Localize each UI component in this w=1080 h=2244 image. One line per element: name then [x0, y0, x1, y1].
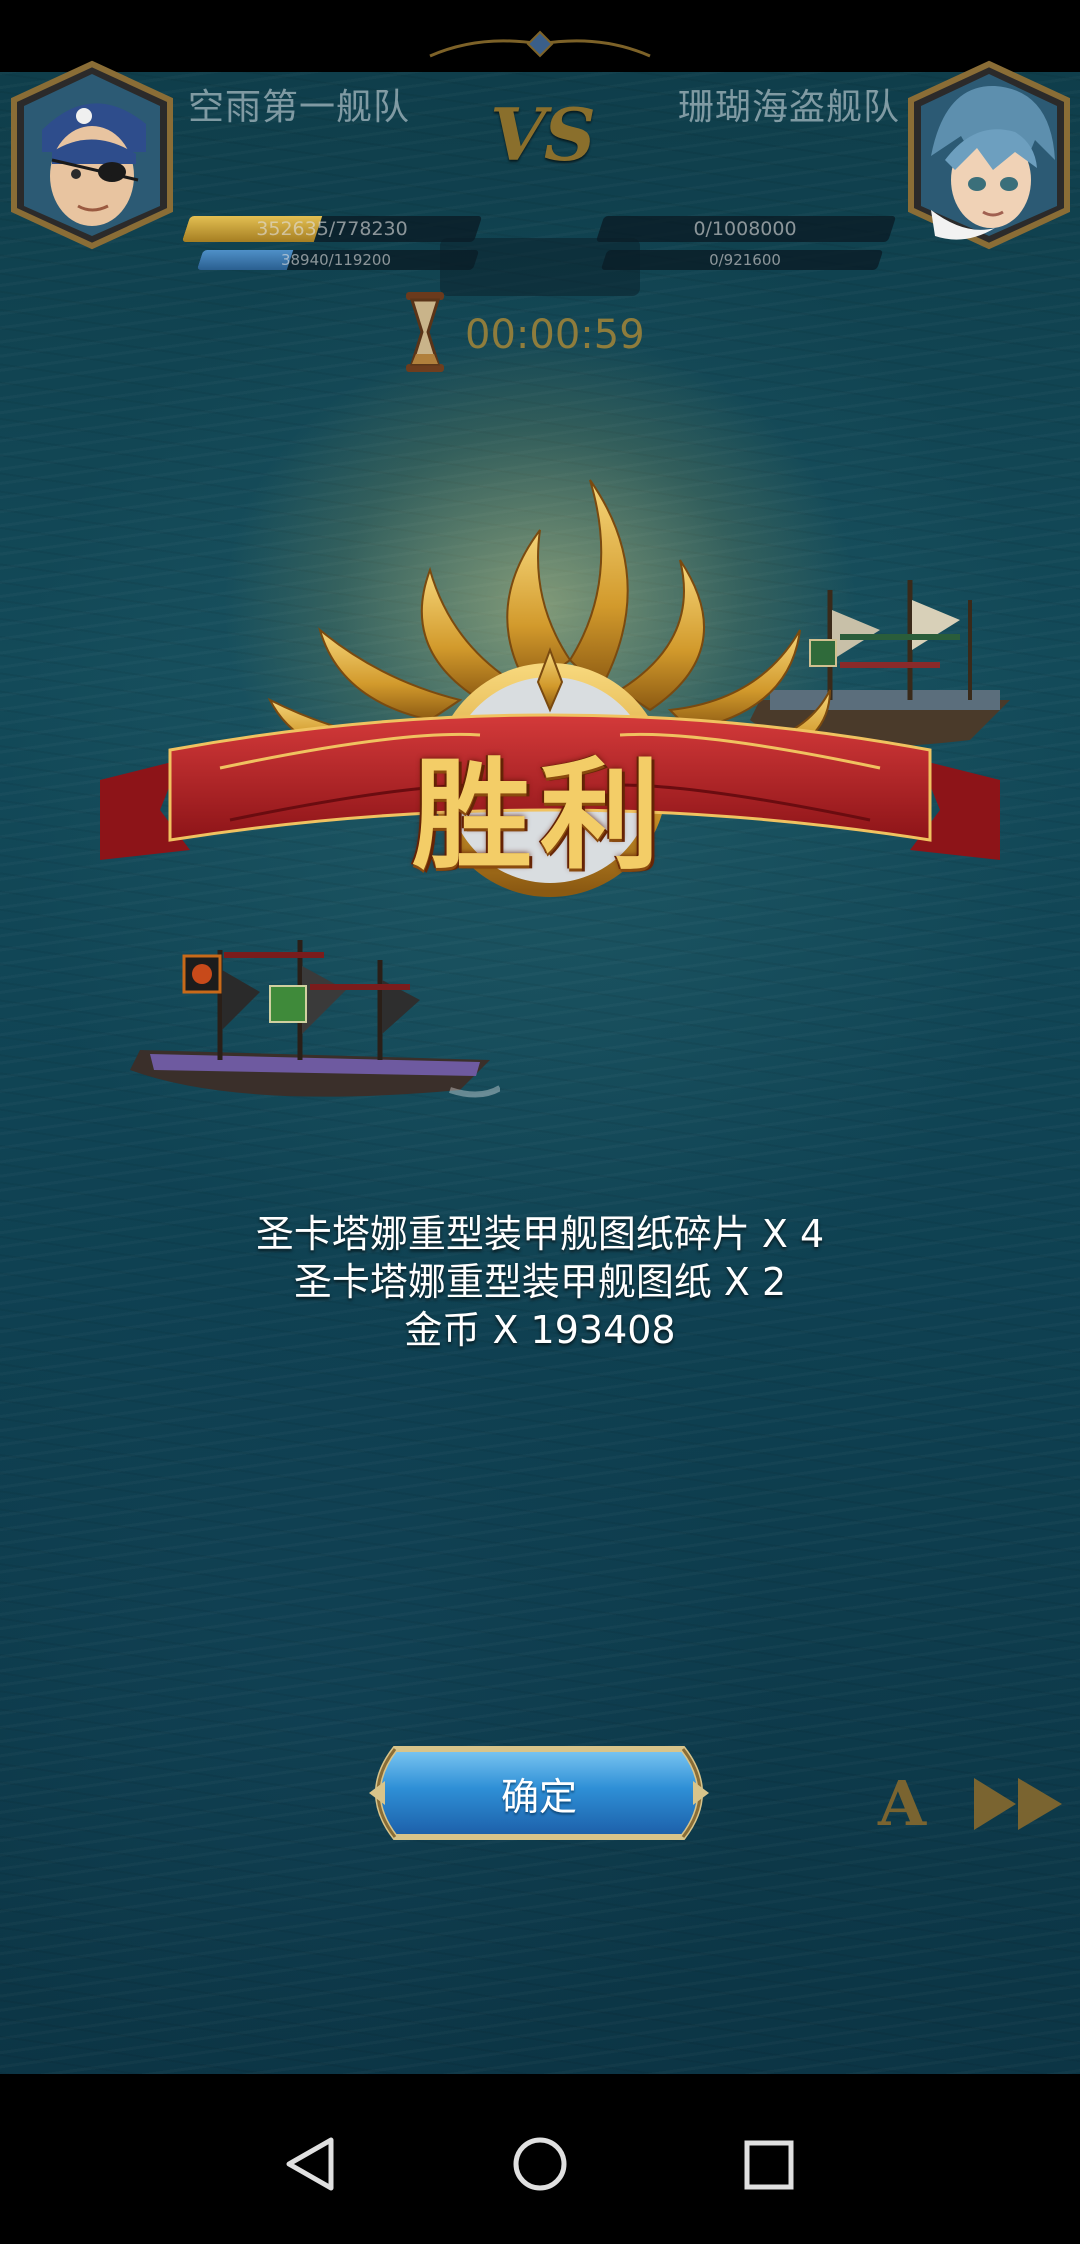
header-ornament	[429, 30, 651, 58]
confirm-button[interactable]: 确定	[355, 1743, 723, 1843]
reward-item: 圣卡塔娜重型装甲舰图纸碎片 X 4	[255, 1212, 825, 1256]
timer-panel	[440, 238, 640, 296]
navigation-bar	[0, 2074, 1080, 2244]
confirm-button-label: 确定	[500, 1774, 577, 1819]
victory-title: 胜利	[412, 745, 668, 886]
left-team-name: 空雨第一舰队	[188, 87, 411, 128]
auto-battle-button[interactable]: A	[872, 1770, 932, 1838]
player-fleet	[130, 940, 500, 1098]
right-team-name: 珊瑚海盗舰队	[677, 87, 900, 128]
recent-square-icon[interactable]	[744, 2140, 794, 2190]
reward-item: 圣卡塔娜重型装甲舰图纸 X 2	[293, 1260, 787, 1304]
reward-list: 圣卡塔娜重型装甲舰图纸碎片 X 4 圣卡塔娜重型装甲舰图纸 X 2 金币 X 1…	[0, 1210, 1080, 1354]
left-commander-portrait	[11, 60, 173, 250]
left-energy-text: 38940/119200	[280, 251, 392, 269]
fast-forward-icon[interactable]	[972, 1776, 1064, 1832]
back-triangle-icon[interactable]	[285, 2136, 335, 2192]
right-hp-text: 0/1008000	[693, 218, 797, 240]
right-energy-text: 0/921600	[709, 251, 781, 269]
home-circle-icon[interactable]	[512, 2136, 568, 2192]
left-hp-text: 352635/778230	[256, 218, 408, 240]
reward-item: 金币 X 193408	[404, 1308, 676, 1352]
vs-label: VS	[490, 92, 596, 177]
right-commander-portrait	[908, 60, 1070, 250]
